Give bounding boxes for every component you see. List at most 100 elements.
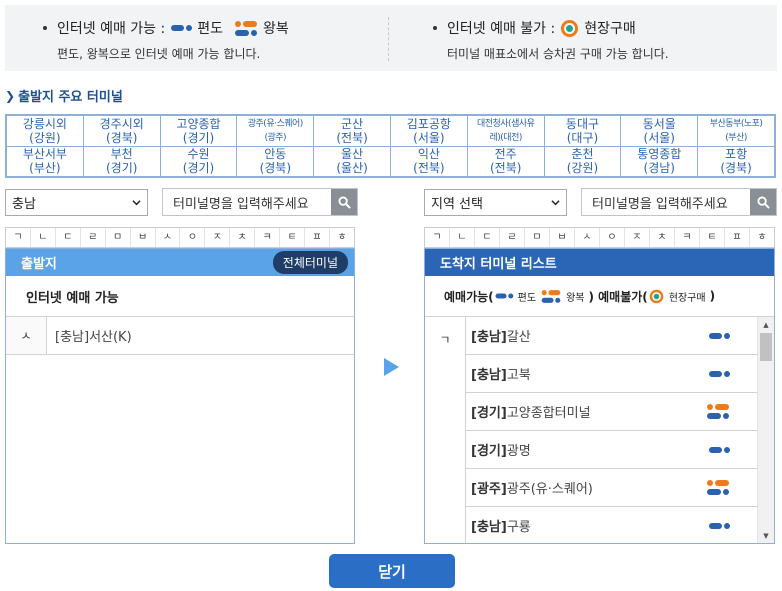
terminal-cell[interactable]: 부산동부(노포) (부산) <box>697 115 775 147</box>
terminal-cell[interactable]: 춘천 (강원) <box>543 145 622 177</box>
arrival-search-input[interactable]: 터미널명을 입력해주세요 <box>582 189 750 215</box>
consonant-filter-item[interactable]: ㅈ <box>625 228 650 247</box>
terminal-cell[interactable]: 고양종합 (경기) <box>159 115 238 147</box>
departure-list: ㅅ [충남]서산(K) <box>6 317 354 355</box>
consonant-filter-item[interactable]: ㅁ <box>106 228 131 247</box>
terminal-name: 부산서부 <box>22 147 67 162</box>
terminal-cell[interactable]: 동서울 (서울) <box>620 115 699 147</box>
terminal-region: (경기) <box>105 161 138 176</box>
consonant-filter-item[interactable]: ㄷ <box>475 228 500 247</box>
consonant-filter-item[interactable]: ㄱ <box>425 228 450 247</box>
terminal-cell[interactable]: 안동 (경북) <box>236 145 315 177</box>
consonant-filter-item[interactable]: ㄱ <box>6 228 31 247</box>
terminal-cell[interactable]: 전주 (전북) <box>466 145 545 177</box>
scroll-thumb[interactable] <box>760 333 772 361</box>
arrival-row[interactable]: [충남]고북 <box>466 355 757 393</box>
arrival-row[interactable]: [광주]광주(유·스퀘어) <box>466 469 757 507</box>
consonant-filter-item[interactable]: ㅋ <box>675 228 700 247</box>
consonant-filter-item[interactable]: ㅂ <box>550 228 575 247</box>
terminal-cell[interactable]: 포항 (경북) <box>697 145 775 177</box>
oneway-icon <box>709 332 730 339</box>
arrival-legend-oneway: 편도 <box>517 292 537 304</box>
consonant-filter-item[interactable]: ㅂ <box>131 228 156 247</box>
arrival-header: 도착지 터미널 리스트 <box>425 249 774 276</box>
consonant-filter-item[interactable]: ㅋ <box>255 228 281 247</box>
consonant-filter-item[interactable]: ㅎ <box>330 228 354 247</box>
arrival-legend-prefix: 예매가능( <box>444 289 494 304</box>
all-terminals-button[interactable]: 전체터미널 <box>272 251 348 274</box>
arrival-row[interactable]: [경기]고양종합터미널 <box>466 393 757 431</box>
terminal-region: (부산) <box>29 161 61 176</box>
arrival-terminal-name: 고양종합터미널 <box>506 406 591 421</box>
search-icon <box>337 195 351 209</box>
consonant-filter-item[interactable]: ㅌ <box>700 228 725 247</box>
consonant-filter-item[interactable]: ㅅ <box>575 228 600 247</box>
arrival-terminal-name: 구룡 <box>506 520 531 535</box>
terminal-cell[interactable]: 군산 (전북) <box>313 115 391 147</box>
arrival-terminal-label: [광주]광주(유·스퀘어) <box>471 478 593 497</box>
terminal-region: (경기) <box>182 130 215 145</box>
departure-region-select[interactable]: 충남 <box>5 189 148 216</box>
consonant-filter-item[interactable]: ㅅ <box>156 228 181 247</box>
departure-search-input[interactable]: 터미널명을 입력해주세요 <box>163 189 331 215</box>
terminal-region: (전북) <box>489 161 522 176</box>
close-button[interactable]: 닫기 <box>329 554 455 588</box>
consonant-filter-item[interactable]: ㅇ <box>180 228 206 247</box>
consonant-filter-item[interactable]: ㄹ <box>81 228 106 247</box>
consonant-filter-item[interactable]: ㄴ <box>31 228 56 247</box>
terminal-name: 군산 <box>341 116 364 131</box>
arrival-row[interactable]: [충남]구룡 <box>466 507 757 543</box>
consonant-filter-item[interactable]: ㅊ <box>650 228 675 247</box>
terminal-cell[interactable]: 강릉시외 (강원) <box>6 115 84 147</box>
terminal-name: 포항 <box>725 147 748 162</box>
consonant-filter-item[interactable]: ㅊ <box>230 228 256 247</box>
consonant-filter-item[interactable]: ㄴ <box>450 228 475 247</box>
consonant-filter-item[interactable]: ㄷ <box>56 228 81 247</box>
scroll-down-icon[interactable]: ▼ <box>758 528 774 543</box>
arrival-row[interactable]: [충남]갈산 <box>466 317 757 355</box>
terminal-cell[interactable]: 부산서부 (부산) <box>6 145 84 177</box>
consonant-filter-item[interactable]: ㅌ <box>280 228 306 247</box>
terminal-name: 김포공항 <box>406 116 451 131</box>
terminal-name: 울산 <box>341 147 364 162</box>
terminal-cell[interactable]: 경주시외 (경북) <box>82 115 161 147</box>
terminal-cell[interactable]: 수원 (경기) <box>159 145 238 177</box>
arrival-search-button[interactable] <box>750 189 776 215</box>
terminal-name: 동서울 <box>642 116 676 131</box>
arrival-region-select[interactable]: 지역 선택 <box>424 189 567 216</box>
arrival-region-value: 지역 선택 <box>431 197 483 212</box>
arrival-legend-onsite: 현장구매 <box>668 292 706 304</box>
arrival-consonant-filter: ㄱㄴㄷㄹㅁㅂㅅㅇㅈㅊㅋㅌㅍㅎ <box>424 227 775 248</box>
terminal-region: (울산) <box>336 161 368 176</box>
terminal-region: 레)(대전) <box>489 132 522 143</box>
terminal-name: 춘천 <box>571 147 594 162</box>
terminal-cell[interactable]: 부천 (경기) <box>82 145 161 177</box>
terminal-region: (강원) <box>29 130 61 145</box>
terminal-cell[interactable]: 광주(유·스퀘어) (광주) <box>236 115 315 147</box>
arrival-search: 터미널명을 입력해주세요 <box>581 188 777 216</box>
terminal-cell[interactable]: 김포공항 (서울) <box>389 115 468 147</box>
consonant-filter-item[interactable]: ㄹ <box>500 228 525 247</box>
terminal-name: 수원 <box>187 147 210 162</box>
terminal-cell[interactable]: 통영종합 (경남) <box>620 145 699 177</box>
arrival-row[interactable]: [경기]광명 <box>466 431 757 469</box>
arrival-terminal-region: [경기] <box>471 444 507 459</box>
departure-panel: 출발지 전체터미널 인터넷 예매 가능 ㅅ [충남]서산(K) <box>5 248 355 544</box>
scroll-up-icon[interactable]: ▲ <box>758 317 774 332</box>
chevron-right-icon: ❯ <box>5 88 16 103</box>
consonant-filter-item[interactable]: ㅁ <box>525 228 550 247</box>
consonant-filter-item[interactable]: ㅈ <box>205 228 231 247</box>
legend-online-title: 인터넷 예매 가능 : <box>57 21 166 37</box>
consonant-filter-item[interactable]: ㅍ <box>305 228 330 247</box>
terminal-cell[interactable]: 울산 (울산) <box>313 145 391 177</box>
departure-search-button[interactable] <box>331 189 357 215</box>
departure-row[interactable]: ㅅ [충남]서산(K) <box>6 317 354 355</box>
arrival-legend-round: 왕복 <box>566 292 585 304</box>
terminal-cell[interactable]: 동대구 (대구) <box>543 115 622 147</box>
consonant-filter-item[interactable]: ㅎ <box>750 228 774 247</box>
terminal-cell[interactable]: 익산 (전북) <box>389 145 468 177</box>
consonant-filter-item[interactable]: ㅇ <box>600 228 625 247</box>
terminal-cell[interactable]: 대전청사(샘사유 레)(대전) <box>466 115 545 147</box>
consonant-filter-item[interactable]: ㅍ <box>725 228 750 247</box>
arrival-scrollbar[interactable]: ▲ ▼ <box>757 317 774 543</box>
